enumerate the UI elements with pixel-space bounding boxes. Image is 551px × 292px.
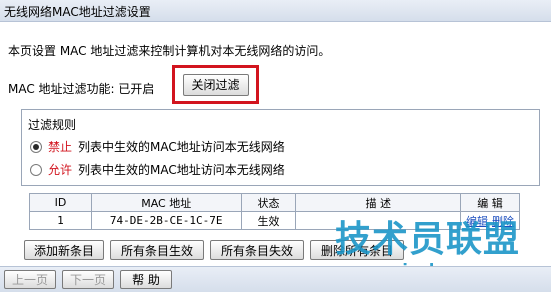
rule-deny-keyword: 禁止 (48, 140, 73, 154)
col-desc: 描 述 (295, 193, 462, 212)
rule-allow-text: 列表中生效的MAC地址访问本无线网络 (78, 163, 285, 177)
filter-rules-title: 过滤规则 (28, 118, 77, 132)
row-ops: 编辑 删除 (460, 211, 520, 230)
page-title: 无线网络MAC地址过滤设置 (4, 5, 151, 19)
next-page-button[interactable]: 下一页 (62, 270, 114, 289)
disable-all-button[interactable]: 所有条目失效 (210, 240, 304, 260)
add-entry-button[interactable]: 添加新条目 (24, 240, 104, 260)
filter-status-label: MAC 地址过滤功能: 已开启 (8, 81, 155, 96)
help-button[interactable]: 帮 助 (120, 270, 172, 289)
table-row: 1 74-DE-2B-CE-1C-7E 生效 编辑 删除 (29, 211, 520, 230)
mac-filter-table: ID MAC 地址 状态 描 述 编 辑 1 74-DE-2B-CE-1C-7E… (29, 193, 520, 230)
page-description: 本页设置 MAC 地址过滤来控制计算机对本无线网络的访问。 (8, 44, 331, 58)
rule-allow-option[interactable]: 允许 列表中生效的MAC地址访问本无线网络 (30, 161, 285, 178)
delete-link[interactable]: 删除 (492, 215, 514, 228)
footer-nav: 上一页 下一页 帮 助 (0, 266, 551, 292)
filter-status-row: MAC 地址过滤功能: 已开启 (8, 76, 158, 100)
page-title-bar: 无线网络MAC地址过滤设置 (0, 0, 551, 22)
col-status: 状态 (240, 193, 297, 212)
radio-allow[interactable] (30, 163, 42, 176)
rule-deny-text: 列表中生效的MAC地址访问本无线网络 (78, 140, 285, 154)
bulk-actions: 添加新条目 所有条目生效 所有条目失效 删除所有条目 (24, 240, 404, 260)
col-edit: 编 辑 (460, 193, 520, 212)
filter-rules-group: 过滤规则 禁止 列表中生效的MAC地址访问本无线网络 允许 列表中生效的MAC地… (21, 109, 540, 186)
row-id: 1 (29, 211, 92, 230)
row-status: 生效 (240, 211, 297, 230)
rule-allow-keyword: 允许 (48, 163, 73, 177)
col-mac: MAC 地址 (90, 193, 242, 212)
row-desc (295, 211, 462, 230)
col-id: ID (29, 193, 92, 212)
radio-deny[interactable] (30, 140, 42, 153)
row-mac: 74-DE-2B-CE-1C-7E (90, 211, 242, 230)
enable-all-button[interactable]: 所有条目生效 (110, 240, 204, 260)
rule-deny-option[interactable]: 禁止 列表中生效的MAC地址访问本无线网络 (30, 138, 285, 155)
delete-all-button[interactable]: 删除所有条目 (310, 240, 404, 260)
edit-link[interactable]: 编辑 (466, 215, 488, 228)
toggle-highlight-box: 关闭过滤 (172, 65, 259, 104)
prev-page-button[interactable]: 上一页 (4, 270, 56, 289)
table-header-row: ID MAC 地址 状态 描 述 编 辑 (29, 193, 520, 212)
disable-filter-button[interactable]: 关闭过滤 (182, 73, 249, 96)
